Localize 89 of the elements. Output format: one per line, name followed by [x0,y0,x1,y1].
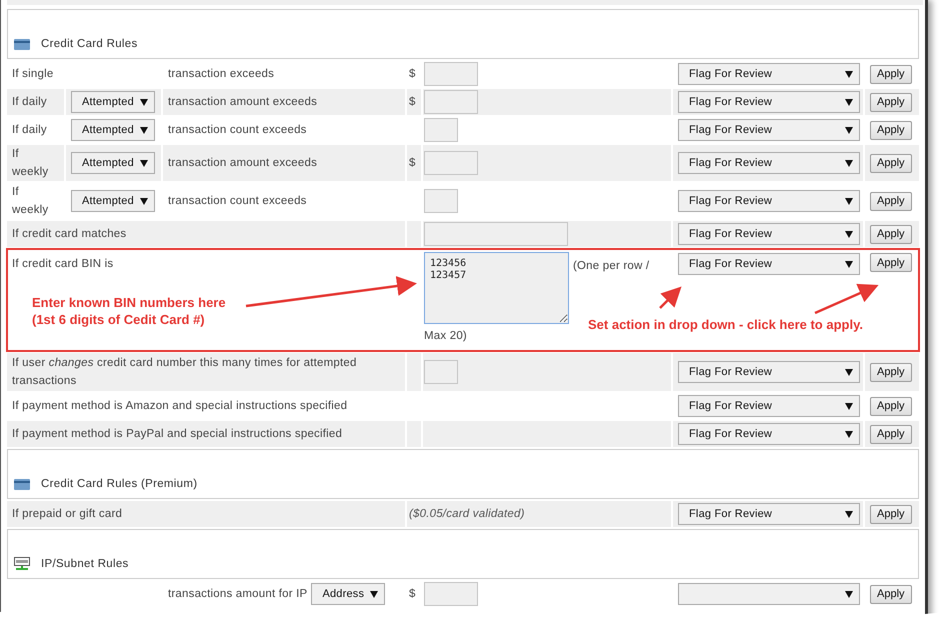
dropdown[interactable] [678,583,860,605]
apply-button[interactable]: Apply [870,92,912,112]
rule-condition: transaction count exceeds [168,124,307,136]
apply-button[interactable]: Apply [870,504,912,524]
credit-card-icon [14,478,30,490]
dropdown[interactable]: Flag For Review [678,190,860,212]
dropdown[interactable]: Attempted [71,190,155,212]
callout-text: Set action in drop down - click here to apply. [588,316,863,333]
currency-symbol: $ [409,68,416,80]
apply-button[interactable]: Apply [870,584,912,604]
caret-icon [845,260,853,268]
count-field[interactable] [424,118,458,142]
caret-icon [845,98,853,106]
callout-arrow [814,284,879,314]
rule-label: If prepaid or gift card [12,508,122,520]
dropdown[interactable]: Flag For Review [678,361,860,383]
card-number-field[interactable] [424,222,568,246]
dropdown[interactable]: Flag For Review [678,63,860,85]
caret-icon [845,590,853,598]
dropdown[interactable]: Address [311,583,386,605]
dropdown[interactable]: Flag For Review [678,395,860,417]
apply-button[interactable]: Apply [870,396,912,416]
rule-label: If daily [12,95,48,110]
dropdown[interactable]: Flag For Review [678,503,860,525]
apply-button[interactable]: Apply [870,362,912,382]
rule-label: If single [12,67,54,82]
rule-label: If payment method is PayPal and special instructions specified [12,428,342,440]
rule-label: If user changes credit card number this many times for attempted transactions [12,357,357,387]
amount-field[interactable] [424,62,478,86]
caret-icon [140,160,148,166]
caret-icon [845,230,853,238]
credit-card-icon [14,38,30,50]
network-icon [14,557,30,570]
amount-field[interactable] [424,90,478,114]
dropdown[interactable]: Flag For Review [678,91,860,113]
caret-icon [845,430,853,438]
currency-symbol: $ [409,157,416,169]
rule-label: If daily [12,123,48,138]
dropdown[interactable]: Flag For Review [678,152,860,174]
dropdown[interactable]: Flag For Review [678,119,860,141]
section-title: IP/Subnet Rules [41,558,129,570]
hint-text: Max 20) [424,329,467,344]
section-title: Credit Card Rules [41,38,138,50]
caret-icon [845,510,853,518]
count-field[interactable] [424,189,458,213]
rule-label: If weekly [12,147,50,180]
callout-text: Enter known BIN numbers here (1st 6 digits of Cedit Card #) [32,294,226,328]
apply-button[interactable]: Apply [870,253,912,272]
rule-condition: transaction count exceeds [168,195,307,207]
dropdown[interactable]: Flag For Review [678,253,860,275]
amount-field[interactable] [424,582,478,606]
callout-arrow [659,286,682,309]
caret-icon [845,198,853,204]
rule-label: If credit card matches [12,228,126,240]
apply-button[interactable]: Apply [870,64,912,84]
section-title: Credit Card Rules (Premium) [41,478,198,490]
currency-symbol: $ [409,96,416,108]
rule-condition: transactions amount for IP [168,587,308,602]
caret-icon [140,98,148,106]
bin-textarea[interactable]: 123456 123457 [424,252,569,324]
rule-label: If credit card BIN is [12,258,114,270]
apply-button[interactable]: Apply [870,154,912,172]
rule-label: If weekly [12,185,50,218]
currency-symbol: $ [409,588,416,600]
caret-icon [845,160,853,166]
caret-icon [845,402,853,410]
dropdown[interactable]: Flag For Review [678,223,860,245]
caret-icon [845,368,853,376]
rule-label: If payment method is Amazon and special instructions specified [12,400,348,412]
rule-condition: transaction exceeds [168,68,274,80]
caret-icon [370,590,378,598]
price-note: ($0.05/card validated) [409,508,525,520]
caret-icon [140,126,148,134]
apply-button[interactable]: Apply [870,224,912,244]
dropdown[interactable]: Attempted [71,119,155,141]
dropdown[interactable]: Flag For Review [678,423,860,445]
dropdown[interactable]: Attempted [71,152,155,174]
dropdown[interactable]: Attempted [71,91,155,113]
apply-button[interactable]: Apply [870,424,912,444]
caret-icon [845,70,853,78]
rule-condition: transaction amount exceeds [168,157,318,169]
count-field[interactable] [424,360,458,384]
apply-button[interactable]: Apply [870,120,912,140]
caret-icon [845,126,853,134]
caret-icon [140,198,148,204]
hint-text: (One per row / [573,259,650,274]
apply-button[interactable]: Apply [870,192,912,210]
rule-condition: transaction amount exceeds [168,96,318,108]
amount-field[interactable] [424,151,478,175]
